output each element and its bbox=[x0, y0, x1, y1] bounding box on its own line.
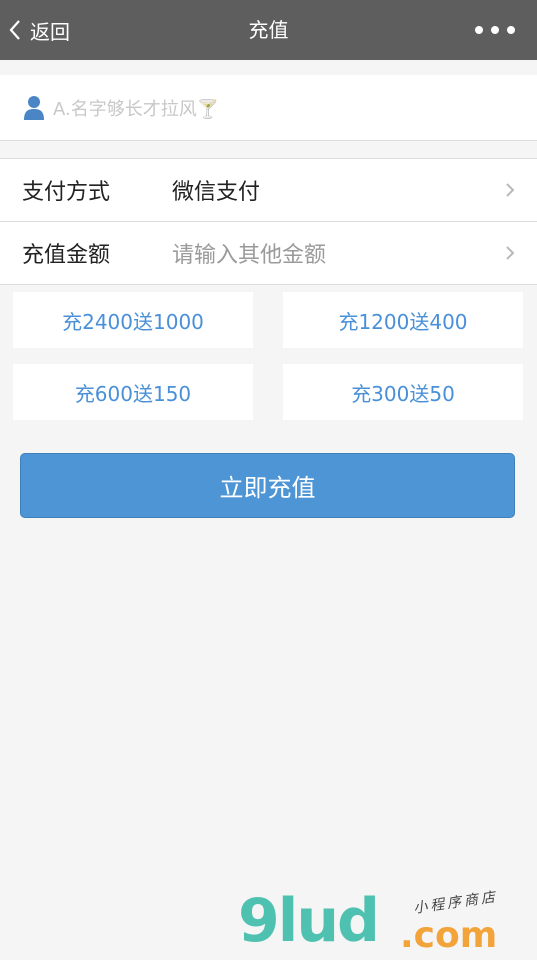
watermark-logo: 9lud .com 小程序商店 bbox=[238, 888, 528, 958]
amount-option-2400[interactable]: 充2400送1000 bbox=[13, 292, 253, 348]
amount-label: 充值金额 bbox=[22, 243, 111, 268]
amount-input[interactable]: 请输入其他金额 bbox=[172, 237, 326, 269]
watermark-main: 9lud bbox=[238, 886, 380, 956]
payment-method-row[interactable]: 支付方式 微信支付 bbox=[0, 159, 537, 221]
amount-option-600[interactable]: 充600送150 bbox=[13, 364, 253, 420]
navigation-bar: 返回 充值 bbox=[0, 0, 537, 60]
user-icon bbox=[23, 95, 45, 121]
payment-method-value: 微信支付 bbox=[172, 180, 261, 205]
watermark-suffix: .com bbox=[400, 915, 498, 956]
chevron-right-icon bbox=[506, 183, 515, 197]
more-dots-icon[interactable] bbox=[467, 0, 515, 60]
watermark-tagline: 小程序商店 bbox=[412, 889, 499, 917]
amount-option-300[interactable]: 充300送50 bbox=[283, 364, 523, 420]
recharge-form: 支付方式 微信支付 充值金额 请输入其他金额 bbox=[0, 158, 537, 285]
user-name: A.名字够长才拉风🍸 bbox=[53, 98, 220, 120]
page-title: 充值 bbox=[248, 18, 289, 42]
chevron-right-icon bbox=[506, 246, 515, 260]
amount-row[interactable]: 充值金额 请输入其他金额 bbox=[0, 221, 537, 284]
payment-method-label: 支付方式 bbox=[22, 180, 111, 205]
user-row: A.名字够长才拉风🍸 bbox=[0, 75, 537, 141]
amount-option-1200[interactable]: 充1200送400 bbox=[283, 292, 523, 348]
recharge-now-button[interactable]: 立即充值 bbox=[20, 453, 515, 518]
